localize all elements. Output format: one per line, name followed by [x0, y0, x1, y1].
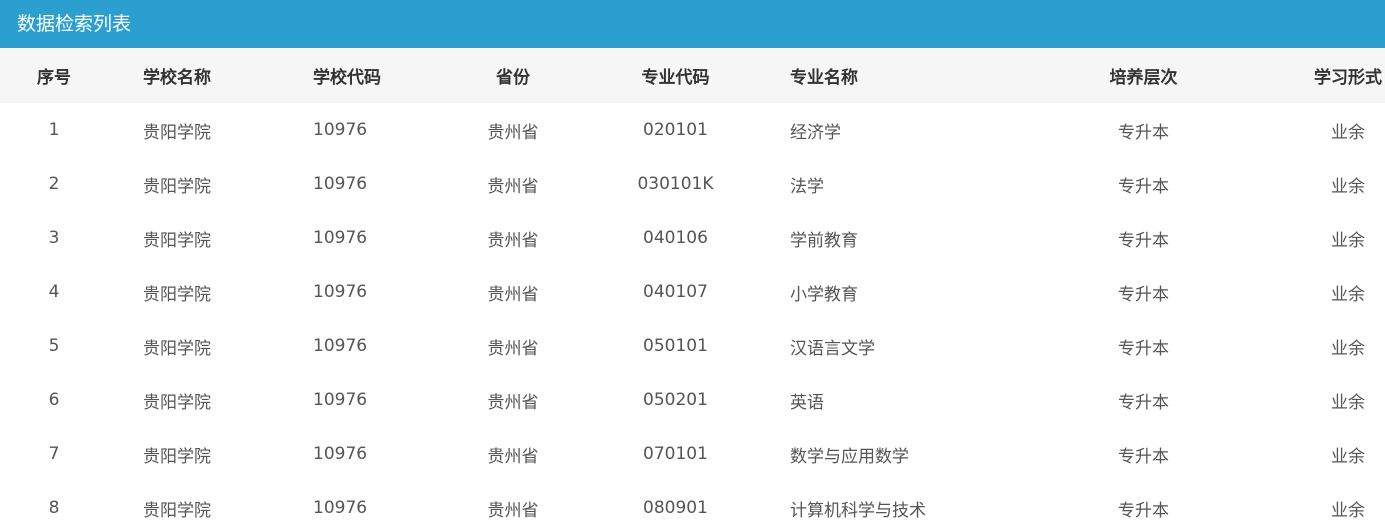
cell-index: 7 — [48, 444, 60, 464]
cell-major-name: 经济学 — [790, 122, 841, 143]
cell-education-level: 专升本 — [1118, 338, 1169, 359]
cell-major-name: 学前教育 — [790, 230, 858, 251]
cell-major-name: 计算机科学与技术 — [790, 500, 926, 521]
cell-index: 4 — [48, 282, 60, 302]
cell-study-mode: 业余 — [1331, 500, 1365, 521]
column-header-school-code: 学校代码 — [313, 68, 381, 88]
results-table: 序号 学校名称 学校代码 省份 专业代码 专业名称 培养层次 学习形式 1 贵阳学… — [0, 48, 1385, 532]
table-row[interactable]: 6 贵阳学院 10976 贵州省 050201 英语 专升本 业余 — [0, 373, 1385, 427]
cell-school-code: 10976 — [313, 390, 368, 410]
cell-education-level: 专升本 — [1118, 392, 1169, 413]
cell-province: 贵州省 — [487, 284, 539, 305]
cell-major-code: 040106 — [643, 228, 708, 248]
cell-province: 贵州省 — [487, 446, 539, 467]
cell-major-code: 070101 — [643, 444, 708, 464]
table-row[interactable]: 2 贵阳学院 10976 贵州省 030101K 法学 专升本 业余 — [0, 157, 1385, 211]
cell-education-level: 专升本 — [1118, 230, 1169, 251]
cell-major-code: 050101 — [643, 336, 708, 356]
cell-education-level: 专升本 — [1118, 122, 1169, 143]
cell-major-code: 030101K — [637, 174, 714, 194]
cell-index: 8 — [48, 498, 60, 518]
cell-province: 贵州省 — [487, 338, 539, 359]
cell-index: 3 — [48, 228, 60, 248]
cell-school-code: 10976 — [313, 228, 368, 248]
cell-school-name: 贵阳学院 — [143, 122, 211, 143]
cell-school-code: 10976 — [313, 174, 368, 194]
cell-school-code: 10976 — [313, 498, 368, 518]
cell-index: 2 — [48, 174, 60, 194]
table-row[interactable]: 3 贵阳学院 10976 贵州省 040106 学前教育 专升本 业余 — [0, 211, 1385, 265]
cell-education-level: 专升本 — [1118, 284, 1169, 305]
cell-index: 6 — [48, 390, 60, 410]
cell-school-code: 10976 — [313, 444, 368, 464]
cell-education-level: 专升本 — [1118, 176, 1169, 197]
cell-index: 5 — [48, 336, 60, 356]
cell-major-code: 040107 — [643, 282, 708, 302]
cell-province: 贵州省 — [487, 500, 539, 521]
cell-school-name: 贵阳学院 — [143, 446, 211, 467]
cell-school-code: 10976 — [313, 336, 368, 356]
column-header-index: 序号 — [37, 68, 71, 88]
table-row[interactable]: 7 贵阳学院 10976 贵州省 070101 数学与应用数学 专升本 业余 — [0, 427, 1385, 481]
cell-study-mode: 业余 — [1331, 392, 1365, 413]
cell-major-name: 小学教育 — [790, 284, 858, 305]
column-header-study-mode: 学习形式 — [1314, 68, 1382, 88]
cell-study-mode: 业余 — [1331, 230, 1365, 251]
cell-major-name: 法学 — [790, 176, 824, 197]
table-row[interactable]: 5 贵阳学院 10976 贵州省 050101 汉语言文学 专升本 业余 — [0, 319, 1385, 373]
cell-province: 贵州省 — [487, 122, 539, 143]
cell-index: 1 — [48, 120, 60, 140]
cell-major-code: 080901 — [643, 498, 708, 518]
cell-major-code: 050201 — [643, 390, 708, 410]
cell-study-mode: 业余 — [1331, 284, 1365, 305]
cell-province: 贵州省 — [487, 176, 539, 197]
cell-major-name: 汉语言文学 — [790, 338, 875, 359]
cell-education-level: 专升本 — [1118, 446, 1169, 467]
table-row[interactable]: 8 贵阳学院 10976 贵州省 080901 计算机科学与技术 专升本 业余 — [0, 481, 1385, 532]
data-search-panel: 数据检索列表 序号 学校名称 学校代码 省份 专业代码 专业名称 培养层次 学习… — [0, 0, 1385, 532]
table-row[interactable]: 4 贵阳学院 10976 贵州省 040107 小学教育 专升本 业余 — [0, 265, 1385, 319]
cell-school-name: 贵阳学院 — [143, 500, 211, 521]
column-header-province: 省份 — [496, 68, 530, 88]
cell-school-name: 贵阳学院 — [143, 176, 211, 197]
cell-school-code: 10976 — [313, 120, 368, 140]
cell-school-name: 贵阳学院 — [143, 230, 211, 251]
cell-school-name: 贵阳学院 — [143, 392, 211, 413]
cell-study-mode: 业余 — [1331, 176, 1365, 197]
cell-major-name: 英语 — [790, 392, 824, 413]
column-header-education-level: 培养层次 — [1109, 68, 1178, 88]
column-header-school-name: 学校名称 — [143, 68, 211, 88]
cell-school-name: 贵阳学院 — [143, 338, 211, 359]
cell-study-mode: 业余 — [1331, 122, 1365, 143]
column-header-major-name: 专业名称 — [790, 68, 858, 88]
panel-title: 数据检索列表 — [0, 0, 1385, 48]
cell-province: 贵州省 — [487, 230, 539, 251]
table-header-row: 序号 学校名称 学校代码 省份 专业代码 专业名称 培养层次 学习形式 — [0, 48, 1385, 103]
cell-major-code: 020101 — [643, 120, 708, 140]
cell-school-name: 贵阳学院 — [143, 284, 211, 305]
cell-study-mode: 业余 — [1331, 338, 1365, 359]
column-header-major-code: 专业代码 — [641, 68, 710, 88]
cell-education-level: 专升本 — [1118, 500, 1169, 521]
cell-province: 贵州省 — [487, 392, 539, 413]
table-row[interactable]: 1 贵阳学院 10976 贵州省 020101 经济学 专升本 业余 — [0, 103, 1385, 157]
cell-study-mode: 业余 — [1331, 446, 1365, 467]
cell-major-name: 数学与应用数学 — [790, 446, 909, 467]
cell-school-code: 10976 — [313, 282, 368, 302]
